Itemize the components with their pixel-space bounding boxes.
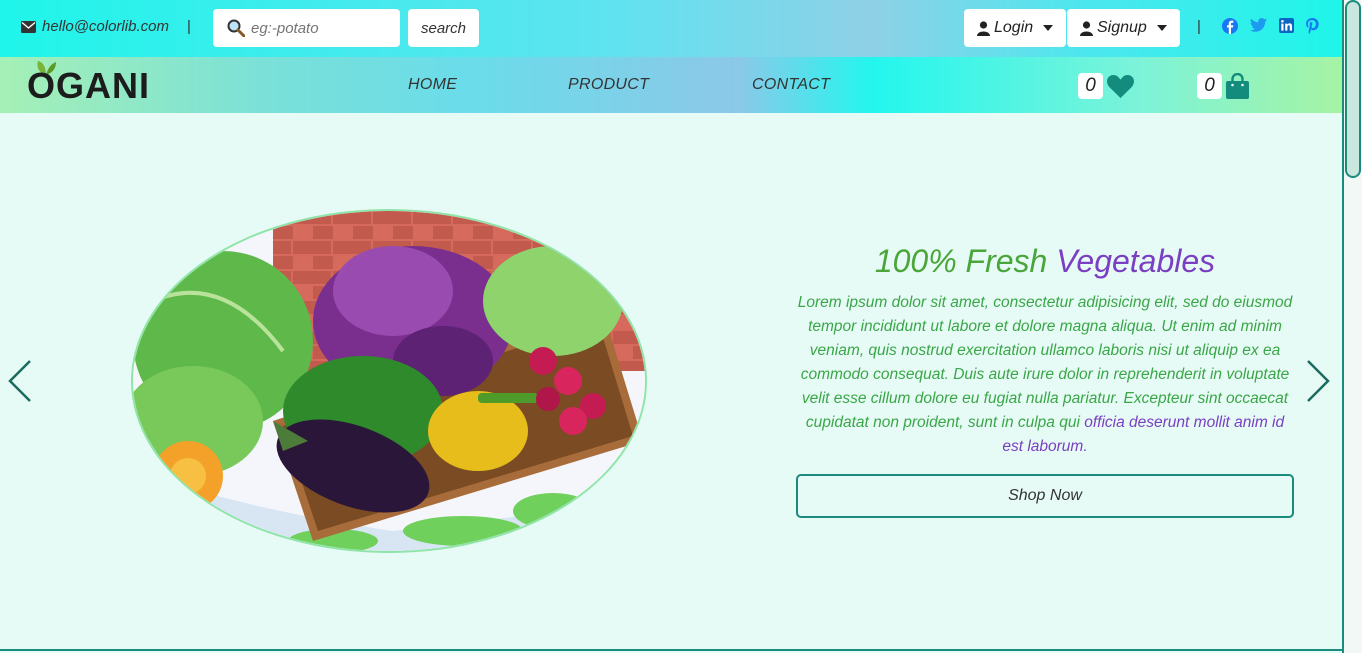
shop-now-button[interactable]: Shop Now — [796, 474, 1294, 518]
hero-title-part2: Vegetables — [1056, 243, 1216, 279]
signup-label: Signup — [1097, 19, 1147, 36]
hero-title: 100% Fresh Vegetables — [796, 243, 1294, 280]
search-icon — [227, 19, 245, 37]
heart-icon[interactable] — [1107, 75, 1134, 98]
login-label: Login — [994, 19, 1034, 36]
main-navbar: OGANI HOME PRODUCT CONTACT 0 0 — [0, 57, 1342, 113]
chevron-left-icon[interactable] — [8, 359, 32, 403]
hero-vegetables-image — [131, 209, 647, 553]
separator: | — [1197, 18, 1201, 35]
nav-product[interactable]: PRODUCT — [568, 76, 649, 94]
search-button[interactable]: search — [408, 9, 479, 47]
shopping-bag-icon[interactable] — [1226, 73, 1249, 99]
search-field[interactable] — [213, 9, 400, 47]
email-text: hello@colorlib.com — [42, 18, 169, 35]
nav-home[interactable]: HOME — [408, 76, 457, 94]
facebook-icon[interactable] — [1222, 18, 1238, 34]
hero-carousel: 100% Fresh Vegetables Lorem ipsum dolor … — [0, 113, 1342, 653]
divider — [0, 649, 1342, 651]
separator: | — [187, 18, 191, 35]
twitter-icon[interactable] — [1250, 18, 1267, 32]
chevron-right-icon[interactable] — [1306, 359, 1330, 403]
search-input[interactable] — [251, 19, 391, 37]
email-contact[interactable]: hello@colorlib.com — [21, 18, 169, 35]
hero-title-part1: 100% Fresh — [874, 243, 1057, 279]
top-bar: hello@colorlib.com | search Login Signup… — [0, 0, 1342, 57]
scrollbar-thumb[interactable] — [1345, 0, 1361, 178]
login-dropdown[interactable]: Login — [964, 9, 1067, 47]
signup-dropdown[interactable]: Signup — [1067, 9, 1180, 47]
chevron-down-icon — [1156, 25, 1167, 31]
nav-contact[interactable]: CONTACT — [752, 76, 830, 94]
brand-logo[interactable]: OGANI — [27, 65, 150, 107]
envelope-icon — [21, 20, 36, 33]
chevron-down-icon — [1043, 25, 1054, 31]
user-icon — [1080, 20, 1093, 36]
pinterest-icon[interactable] — [1306, 18, 1319, 34]
social-links — [1222, 18, 1319, 34]
hero-text-part1: Lorem ipsum dolor sit amet, consectetur … — [797, 294, 1293, 431]
hero-description: Lorem ipsum dolor sit amet, consectetur … — [796, 291, 1294, 459]
user-icon — [977, 20, 990, 36]
wishlist-count: 0 — [1078, 73, 1103, 99]
page-scrollbar[interactable] — [1342, 0, 1362, 653]
cart-count: 0 — [1197, 73, 1222, 99]
linkedin-icon[interactable] — [1279, 18, 1294, 33]
